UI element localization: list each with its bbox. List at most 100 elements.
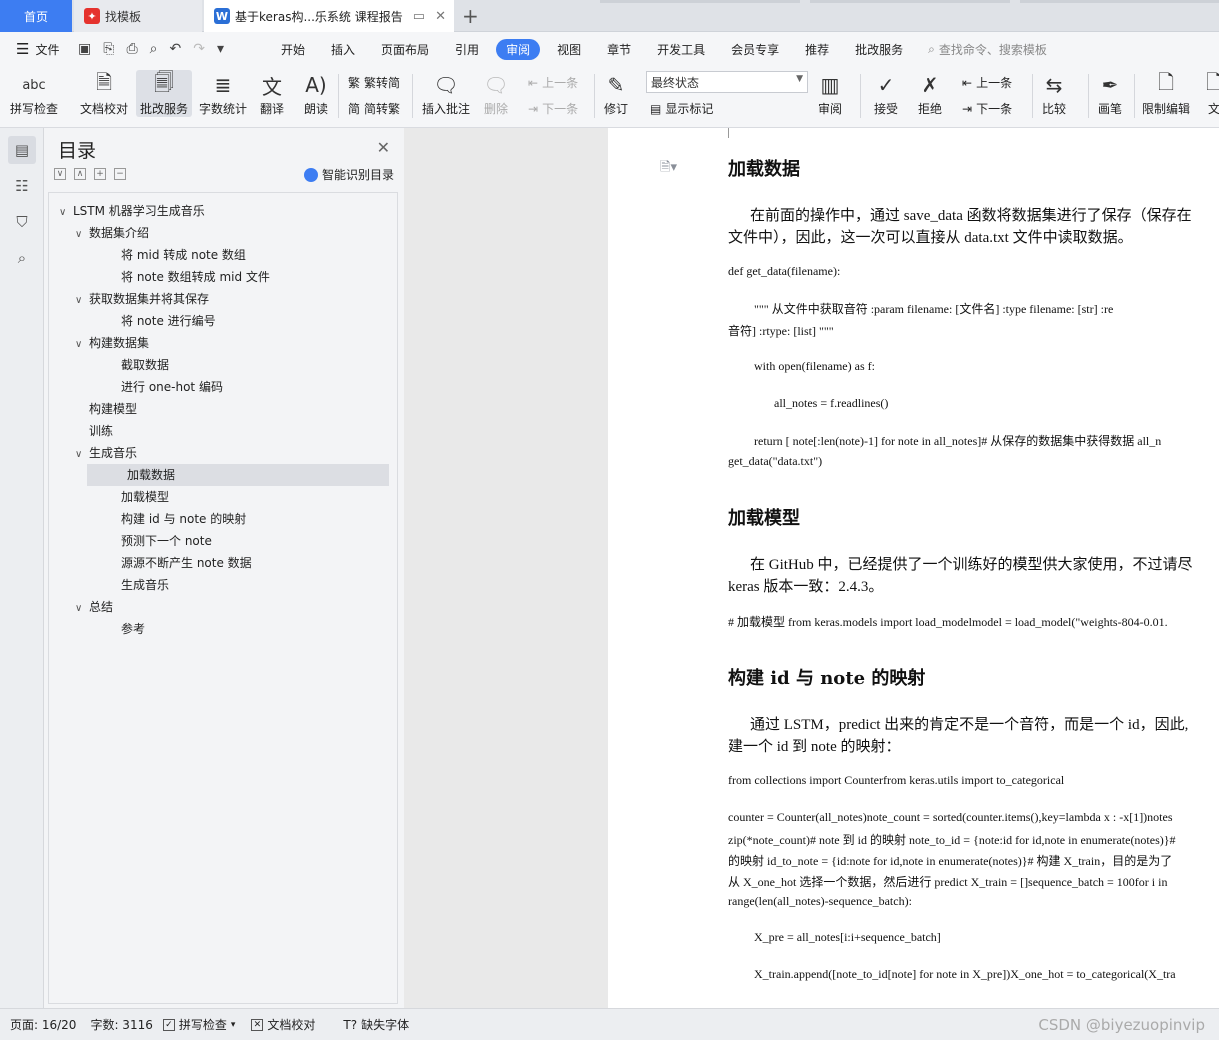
navigation-icon[interactable]: ☷ (8, 172, 36, 200)
doc-extra-button[interactable]: 🗋 文 (1200, 70, 1219, 117)
menu-tab-review[interactable]: 审阅 (496, 38, 541, 60)
accept-button[interactable]: ✓ 接受 (872, 70, 900, 117)
restrict-edit-button[interactable]: 🗋 限制编辑 (1142, 70, 1190, 117)
print-icon[interactable]: ⎙ (126, 41, 137, 57)
menu-tab-grading[interactable]: 批改服务 (842, 41, 916, 58)
tab-document[interactable]: W 基于keras构...乐系统 课程报告 ▭ ✕ (204, 0, 454, 32)
display-state-select[interactable]: 最终状态 ▼ (646, 71, 808, 93)
compare-label: 比较 (1041, 102, 1066, 116)
toc-item[interactable]: 构建模型 (89, 398, 137, 420)
menu-tab-layout[interactable]: 页面布局 (368, 41, 442, 58)
menu-tab-member[interactable]: 会员专享 (718, 41, 792, 58)
delete-comment-button[interactable]: 🗨 删除 (482, 70, 510, 117)
review-service-button[interactable]: 🗐 批改服务 (136, 70, 193, 117)
tab-template[interactable]: ✦ 找模板 (74, 0, 202, 32)
toc-item[interactable]: 生成音乐 (121, 574, 169, 596)
expand-up-icon[interactable]: ∧ (74, 168, 86, 180)
toc-item[interactable]: ∨ 构建数据集 (75, 332, 149, 354)
read-aloud-button[interactable]: A) 朗读 (302, 70, 330, 117)
tab-home[interactable]: 首页 (0, 0, 72, 32)
export-icon[interactable]: ⎘ (103, 41, 114, 57)
pin-icon[interactable]: ▭ (413, 9, 425, 24)
chevron-down-icon[interactable]: ∨ (75, 334, 89, 356)
review-pane-button[interactable]: ▥ 审阅 (816, 70, 844, 117)
chevron-down-icon[interactable]: ∨ (75, 444, 89, 466)
menu-tab-devtools[interactable]: 开发工具 (644, 41, 718, 58)
toc-panel-icon[interactable]: ▤ (8, 136, 36, 164)
toc-item[interactable]: ∨ LSTM 机器学习生成音乐 (59, 200, 205, 222)
next-comment-button[interactable]: ⇥ 下一条 (528, 100, 578, 117)
chevron-down-icon[interactable]: ∨ (75, 290, 89, 312)
insert-comment-button[interactable]: 🗨 插入批注 (422, 70, 470, 117)
chevron-down-icon[interactable]: ∨ (75, 598, 89, 620)
redo-icon[interactable]: ↷ (193, 41, 205, 57)
search-icon[interactable]: ⌕ (8, 244, 36, 272)
toc-item[interactable]: 截取数据 (121, 354, 169, 376)
word-count-indicator[interactable]: 字数: 3116 (90, 1016, 152, 1033)
close-icon[interactable]: ✕ (435, 9, 446, 24)
toc-item[interactable]: 将 mid 转成 note 数组 (121, 244, 246, 266)
remove-heading-icon[interactable]: − (114, 168, 126, 180)
preview-icon[interactable]: ⌕ (150, 41, 158, 57)
menu-tab-chapter[interactable]: 章节 (594, 41, 644, 58)
toc-item[interactable]: 进行 one-hot 编码 (121, 376, 223, 398)
close-icon[interactable]: ✕ (377, 138, 390, 157)
paragraph-text: 通过 LSTM，predict 出来的肯定不是一个音符，而是一个 id，因此, (750, 717, 1189, 733)
paragraph-menu-icon[interactable]: 🗎▾ (660, 158, 677, 180)
smart-toc-button[interactable]: 智能识别目录 (303, 166, 394, 183)
bookmark-icon[interactable]: ⛉ (8, 208, 36, 236)
track-changes-button[interactable]: ✎ 修订 (602, 70, 630, 117)
page-indicator[interactable]: 页面: 16/20 (10, 1016, 76, 1033)
toc-item[interactable]: ∨ 获取数据集并将其保存 (75, 288, 209, 310)
menu-tab-view[interactable]: 视图 (544, 41, 594, 58)
toc-item[interactable]: 将 note 数组转成 mid 文件 (121, 266, 270, 288)
toc-item[interactable]: 加载模型 (121, 486, 169, 508)
menu-tab-reference[interactable]: 引用 (442, 41, 492, 58)
toc-item[interactable]: ∨ 生成音乐 (75, 442, 137, 464)
prev-comment-button[interactable]: ⇤ 上一条 (528, 74, 578, 91)
add-heading-icon[interactable]: + (94, 168, 106, 180)
doc-check-toggle[interactable]: ✕ 文档校对 (251, 1016, 315, 1033)
toc-item[interactable]: 构建 id 与 note 的映射 (121, 508, 246, 530)
menu-tab-recommend[interactable]: 推荐 (792, 41, 842, 58)
missing-font-button[interactable]: T? 缺失字体 (343, 1016, 409, 1033)
file-menu[interactable]: ☰ 文件 (0, 40, 70, 58)
toc-item[interactable]: 训练 (89, 420, 113, 442)
toc-item[interactable]: ∨ 数据集介绍 (75, 222, 149, 244)
toc-item[interactable]: 源源不断产生 note 数据 (121, 552, 252, 574)
translate-button[interactable]: 文 翻译 (258, 70, 286, 117)
spell-check-toggle[interactable]: ✓ 拼写检查 ▾ (162, 1016, 235, 1033)
collapse-all-icon[interactable]: ∨ (54, 168, 66, 180)
chevron-down-icon[interactable]: ∨ (75, 224, 89, 246)
save-icon[interactable]: ▣ (78, 41, 91, 57)
toc-item[interactable]: 参考 (121, 618, 145, 640)
more-icon[interactable]: ▾ (217, 41, 224, 57)
menu-tab-start[interactable]: 开始 (268, 41, 318, 58)
prev-change-button[interactable]: ⇤ 上一条 (962, 74, 1012, 91)
command-search[interactable]: ⌕ 查找命令、搜索模板 (928, 41, 1047, 58)
doc-check-icon: 🗎 (95, 70, 113, 94)
trad-to-simp-button[interactable]: 繁繁转简 (348, 74, 400, 91)
simp-to-trad-button[interactable]: 简简转繁 (348, 100, 400, 117)
toc-item[interactable]: ∨ 总结 (75, 596, 113, 618)
side-icon-strip: ▤ ☷ ⛉ ⌕ (0, 128, 44, 1008)
add-tab-icon[interactable]: + (462, 4, 479, 28)
toc-item[interactable]: 将 note 进行编号 (121, 310, 216, 332)
undo-icon[interactable]: ↶ (169, 41, 181, 57)
menu-tabs: 开始 插入 页面布局 引用 审阅 视图 章节 开发工具 会员专享 推荐 批改服务 (268, 38, 916, 60)
spell-check-button[interactable]: abc 拼写检查 (10, 70, 58, 117)
pen-button[interactable]: ✒ 画笔 (1096, 70, 1124, 117)
next-change-button[interactable]: ⇥ 下一条 (962, 100, 1012, 117)
word-count-button[interactable]: ≣ 字数统计 (199, 70, 247, 117)
doc-check-button[interactable]: 🗎 文档校对 (80, 70, 128, 117)
chevron-down-icon[interactable]: ∨ (59, 202, 73, 224)
toc-item[interactable]: 预测下一个 note (121, 530, 212, 552)
display-state-value: 最终状态 (651, 76, 700, 90)
toc-title: 目录 (58, 140, 97, 162)
toc-item[interactable]: 加载数据 (87, 464, 389, 486)
reject-button[interactable]: ✗ 拒绝 (916, 70, 944, 117)
document-page[interactable]: 🗎▾ 加载数据 在前面的操作中，通过 save_data 函数将数据集进行了保存… (608, 128, 1219, 1008)
compare-button[interactable]: ⇆ 比较 (1040, 70, 1068, 117)
menu-tab-insert[interactable]: 插入 (318, 41, 368, 58)
show-markup-button[interactable]: ▤ 显示标记 (650, 100, 713, 117)
